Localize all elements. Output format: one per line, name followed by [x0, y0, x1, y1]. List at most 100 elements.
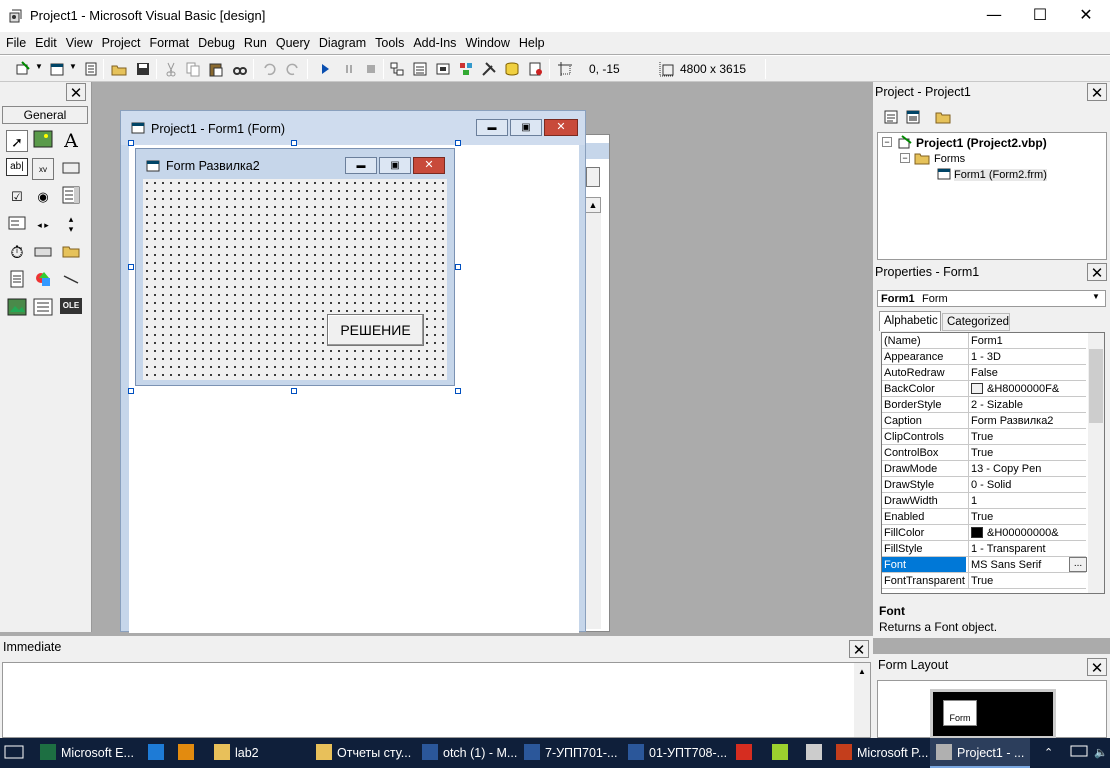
dropdown-arrow-icon[interactable]: ▼ — [35, 62, 43, 71]
property-value[interactable]: 13 - Copy Pen — [971, 463, 1085, 475]
property-row[interactable]: DrawMode 13 - Copy Pen — [882, 461, 1086, 477]
close-toolbox-button[interactable]: ✕ — [66, 83, 86, 102]
taskbar-item[interactable] — [142, 738, 175, 768]
resize-handle[interactable] — [291, 140, 297, 146]
reshenie-button[interactable]: РЕШЕНИЕ — [327, 314, 424, 346]
property-value[interactable]: &H8000000F& — [971, 383, 1085, 395]
tab-categorized[interactable]: Categorized — [942, 313, 1010, 331]
forms-folder-node[interactable]: Forms — [934, 153, 965, 165]
timer-icon[interactable]: ⏱ — [6, 242, 28, 264]
undo-icon[interactable] — [260, 60, 278, 78]
taskbar-item[interactable]: Отчеты сту... — [310, 738, 417, 768]
menu-query[interactable]: Query — [270, 32, 313, 50]
cut-icon[interactable] — [162, 60, 180, 78]
mdi-minimize-button[interactable]: ▬ — [476, 119, 508, 136]
property-row[interactable]: ControlBox True — [882, 445, 1086, 461]
menu-file[interactable]: File — [0, 32, 29, 50]
resize-handle[interactable] — [128, 140, 134, 146]
taskbar-item[interactable] — [766, 738, 799, 768]
property-row[interactable]: Appearance 1 - 3D — [882, 349, 1086, 365]
network-icon[interactable] — [1070, 738, 1088, 768]
checkbox-icon[interactable]: ☑ — [6, 186, 28, 208]
view-code-icon[interactable] — [883, 109, 899, 125]
taskbar-item[interactable]: 01-УПТ708-... — [622, 738, 733, 768]
property-value[interactable]: False — [971, 367, 1085, 379]
property-value[interactable]: Form1 — [971, 335, 1085, 347]
property-row[interactable]: FillStyle 1 - Transparent — [882, 541, 1086, 557]
save-icon[interactable] — [134, 60, 152, 78]
font-ellipsis-button[interactable]: ... — [1069, 557, 1087, 572]
menu-diagram[interactable]: Diagram — [313, 32, 369, 50]
properties-scrollbar[interactable] — [1088, 333, 1104, 593]
line-icon[interactable] — [60, 270, 82, 292]
visual-component-manager-icon[interactable] — [527, 60, 545, 78]
toolbox-tab-general[interactable]: General — [2, 106, 88, 124]
pause-icon[interactable] — [340, 60, 358, 78]
resize-handle[interactable] — [455, 264, 461, 270]
dirlistbox-icon[interactable] — [60, 242, 82, 264]
menu-format[interactable]: Format — [143, 32, 192, 50]
minimize-button[interactable]: — — [971, 0, 1017, 32]
close-properties-button[interactable]: ✕ — [1087, 263, 1107, 282]
menu-editor-icon[interactable] — [82, 60, 100, 78]
property-value[interactable]: True — [971, 511, 1085, 523]
mdi-close-button[interactable]: ✕ — [544, 119, 578, 136]
immediate-scrollbar[interactable]: ▲ — [854, 663, 870, 737]
add-form-icon[interactable] — [48, 60, 66, 78]
property-value[interactable]: 0 - Solid — [971, 479, 1085, 491]
resize-handle[interactable] — [455, 140, 461, 146]
property-value[interactable]: True — [971, 431, 1085, 443]
property-row[interactable]: BorderStyle 2 - Sizable — [882, 397, 1086, 413]
collapse-icon[interactable]: − — [900, 153, 910, 163]
open-folder-icon[interactable] — [110, 60, 128, 78]
textbox-icon[interactable]: ab| — [6, 158, 28, 176]
property-value[interactable]: True — [971, 447, 1085, 459]
redo-icon[interactable] — [284, 60, 302, 78]
taskbar-item[interactable]: lab2 — [208, 738, 265, 768]
property-row[interactable]: Enabled True — [882, 509, 1086, 525]
frame-icon[interactable]: xv — [32, 158, 54, 180]
property-row[interactable]: ClipControls True — [882, 429, 1086, 445]
properties-window-icon[interactable] — [411, 60, 429, 78]
object-selector[interactable]: Form1 Form ▼ — [877, 290, 1106, 307]
listbox-icon[interactable] — [6, 214, 28, 236]
menu-debug[interactable]: Debug — [192, 32, 238, 50]
run-icon[interactable] — [316, 60, 334, 78]
close-form-layout-button[interactable]: ✕ — [1087, 658, 1107, 677]
form-razvilka2[interactable]: Form Развилка2 ▬ ▣ ✕ РЕШЕНИЕ — [135, 148, 455, 386]
find-icon[interactable] — [231, 60, 249, 78]
tab-alphabetic[interactable]: Alphabetic — [879, 311, 941, 331]
taskbar-item[interactable]: otch (1) - M... — [416, 738, 523, 768]
menu-help[interactable]: Help — [513, 32, 548, 50]
menu-project[interactable]: Project — [96, 32, 144, 50]
paste-icon[interactable] — [207, 60, 225, 78]
data-icon[interactable] — [32, 298, 54, 320]
filelistbox-icon[interactable] — [6, 270, 28, 292]
dropdown-arrow-icon[interactable]: ▼ — [1092, 292, 1100, 301]
taskbar-item[interactable]: 7-УПП701-... — [518, 738, 623, 768]
maximize-button[interactable]: ☐ — [1017, 0, 1063, 32]
combobox-icon[interactable] — [60, 186, 82, 208]
property-value[interactable]: True — [971, 575, 1085, 587]
taskbar-item[interactable] — [730, 738, 763, 768]
optionbutton-icon[interactable]: ◉ — [32, 186, 54, 208]
picturebox-icon[interactable] — [32, 130, 54, 152]
object-browser-icon[interactable] — [457, 60, 475, 78]
image-icon[interactable] — [6, 298, 28, 320]
menu-addins[interactable]: Add-Ins — [407, 32, 459, 50]
property-row[interactable]: FillColor &H00000000& — [882, 525, 1086, 541]
form-preview[interactable]: Form — [943, 700, 977, 726]
property-row[interactable]: DrawWidth 1 — [882, 493, 1086, 509]
toggle-folders-icon[interactable] — [935, 109, 951, 125]
property-row[interactable]: FontTransparent True — [882, 573, 1086, 589]
label-icon[interactable]: A — [60, 130, 82, 152]
taskbar-item[interactable] — [800, 738, 833, 768]
volume-icon[interactable]: 🔈 — [1094, 738, 1108, 768]
tray-chevron-icon[interactable]: ⌃ — [1044, 738, 1053, 768]
property-row[interactable]: AutoRedraw False — [882, 365, 1086, 381]
view-object-icon[interactable] — [905, 109, 921, 125]
property-value[interactable]: &H00000000& — [971, 527, 1085, 539]
collapse-icon[interactable]: − — [882, 137, 892, 147]
mdi-restore-button[interactable]: ▣ — [510, 119, 542, 136]
property-row[interactable]: BackColor &H8000000F& — [882, 381, 1086, 397]
